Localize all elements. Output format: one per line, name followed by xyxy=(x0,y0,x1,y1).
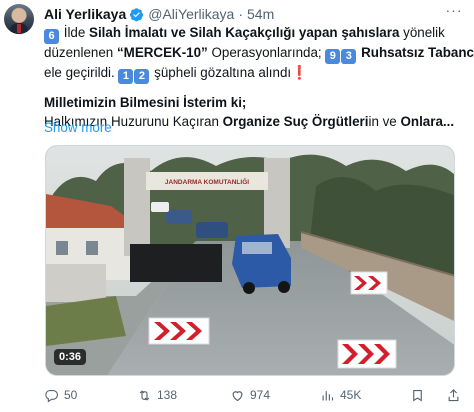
verified-badge-icon xyxy=(130,7,144,21)
heart-icon xyxy=(232,390,243,401)
repost-icon xyxy=(139,389,150,401)
repost-button[interactable]: 138 xyxy=(137,386,177,404)
more-options-icon[interactable]: ··· xyxy=(444,3,464,20)
author-handle[interactable]: @AliYerlikaya xyxy=(148,6,234,22)
keycap-emoji: 2 xyxy=(134,69,150,84)
video-frame: JANDARMA KOMUTANLIĞI xyxy=(46,146,454,375)
reply-icon xyxy=(45,389,58,403)
author-name[interactable]: Ali Yerlikaya xyxy=(44,6,126,22)
parked-car xyxy=(196,222,228,238)
views-icon xyxy=(322,390,334,400)
share-icon xyxy=(448,388,459,401)
parked-car xyxy=(151,202,169,212)
keycap-emoji: 6 xyxy=(44,29,59,44)
fence xyxy=(130,244,222,282)
bold-text: Silah İmalatı ve Silah Kaçakçılığı yapan… xyxy=(89,25,400,40)
video-player[interactable]: JANDARMA KOMUTANLIĞI 0:36 xyxy=(45,145,455,376)
keycap-emoji: 9 xyxy=(325,49,341,64)
action-bar: 50 138 974 45K xyxy=(44,386,469,404)
gate-sign: JANDARMA KOMUTANLIĞI xyxy=(165,177,249,186)
chevron-barrier-left xyxy=(148,317,210,345)
bold-text: Organize Suç Örgütleri xyxy=(222,113,369,129)
tweet-header: Ali Yerlikaya @AliYerlikaya · 54m xyxy=(44,5,274,23)
vehicle-windshield xyxy=(242,242,272,254)
views-count: 45K xyxy=(340,387,362,402)
video-duration: 0:36 xyxy=(54,349,87,365)
repost-count: 138 xyxy=(157,387,178,402)
tweet-line-1: 6 İlde Silah İmalatı ve Silah Kaçakçılığ… xyxy=(44,24,469,44)
text-span: İlde xyxy=(60,25,90,40)
tweet-line-2: düzenlenen “MERCEK-10” Operasyonlarında;… xyxy=(44,44,474,64)
exclamation-emoji: ❗ xyxy=(291,65,308,80)
text-span: düzenlenen xyxy=(44,45,117,60)
bookmark-icon xyxy=(413,389,422,402)
building-window xyxy=(86,241,98,255)
text-span: şüpheli gözaltına alındı xyxy=(150,65,292,80)
tweet-timestamp[interactable]: 54m xyxy=(247,6,274,22)
vehicle-wheel xyxy=(243,282,255,294)
like-count: 974 xyxy=(250,387,271,402)
views-button[interactable]: 45K xyxy=(320,386,361,404)
reply-count: 50 xyxy=(64,387,78,402)
text-span: ele geçirildi. xyxy=(44,65,119,80)
bold-text: Onlara... xyxy=(400,113,455,129)
text-span: yönelik xyxy=(399,25,445,40)
keycap-emoji: 1 xyxy=(118,69,134,84)
chevron-barrier-right xyxy=(350,271,388,295)
bookmark-button[interactable] xyxy=(410,386,430,404)
author-avatar[interactable] xyxy=(4,4,34,34)
text-span: in ve xyxy=(368,113,401,129)
parked-car xyxy=(166,210,192,224)
text-span: Operasyonlarında; xyxy=(207,45,326,60)
tweet[interactable]: Ali Yerlikaya @AliYerlikaya · 54m ··· 6 … xyxy=(0,0,474,412)
avatar-tie xyxy=(17,24,21,33)
header-separator: · xyxy=(238,6,243,22)
vehicle-wheel xyxy=(278,281,290,293)
keycap-emoji: 3 xyxy=(341,49,357,64)
bold-text: “MERCEK-10” xyxy=(116,45,208,60)
tweet-text: 6 İlde Silah İmalatı ve Silah Kaçakçılığ… xyxy=(44,24,474,131)
show-more-link[interactable]: Show more xyxy=(44,120,112,135)
tweet-line-4: Milletimizin Bilmesini İsterim ki; xyxy=(44,95,247,110)
bold-text: Ruhsatsız Tabanca xyxy=(361,45,474,60)
like-button[interactable]: 974 xyxy=(230,386,270,404)
share-button[interactable] xyxy=(446,386,466,404)
reply-button[interactable]: 50 xyxy=(44,386,77,404)
guard-box xyxy=(46,264,106,302)
chevron-barrier-bottom xyxy=(337,339,397,369)
tweet-line-3: ele geçirildi. 12 şüpheli gözaltına alın… xyxy=(44,64,469,84)
building-window xyxy=(56,241,68,255)
